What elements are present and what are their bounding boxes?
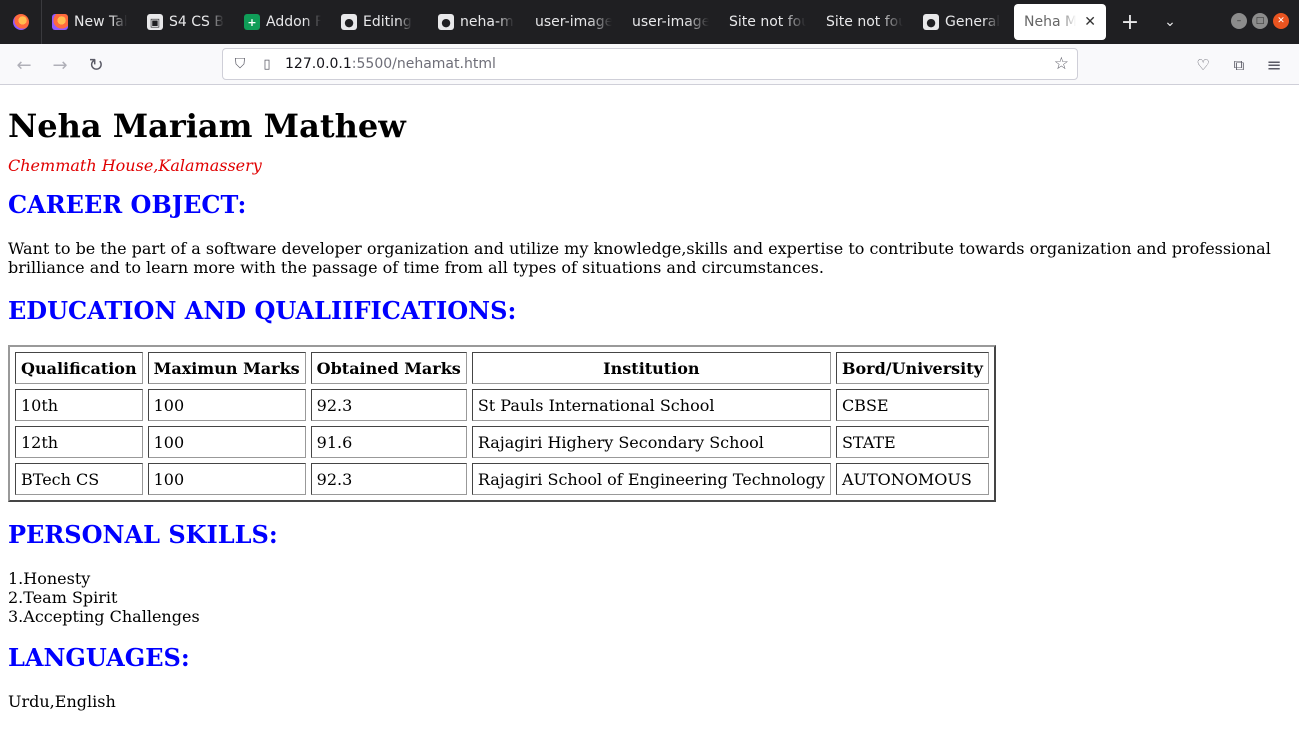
close-tab-icon[interactable]: ✕: [1084, 14, 1096, 30]
column-header: Obtained Marks: [310, 352, 467, 384]
reload-icon: ↻: [88, 54, 104, 76]
page-icon[interactable]: ▯: [259, 57, 275, 72]
minimize-icon[interactable]: –: [1231, 13, 1247, 29]
page-content: Neha Mariam Mathew Chemmath House,Kalama…: [8, 85, 1291, 711]
tab-label: user-image: [535, 14, 612, 30]
plus-icon: +: [1120, 9, 1140, 35]
tab-editing[interactable]: ● Editing: [331, 0, 428, 44]
tab-s4-cs[interactable]: ▣ S4 CS B/: [137, 0, 234, 44]
list-item: 3.Accepting Challenges: [8, 607, 200, 626]
table-cell: 100: [147, 389, 306, 421]
tab-label: Addon F: [266, 14, 321, 30]
tab-label: New Tab: [74, 14, 127, 30]
career-heading: CAREER OBJECT:: [8, 190, 247, 219]
url-path: :5500/nehamat.html: [351, 56, 496, 72]
contact-card-icon: ▣: [147, 14, 163, 30]
tab-site-not-found-1[interactable]: Site not fou: [719, 0, 816, 44]
table-cell: 100: [147, 426, 306, 458]
skills-list: 1.Honesty 2.Team Spirit 3.Accepting Chal…: [8, 569, 1291, 626]
chevron-down-icon: ⌄: [1164, 14, 1176, 30]
resume-address: Chemmath House,Kalamassery: [8, 156, 262, 175]
tab-site-not-found-2[interactable]: Site not fou: [816, 0, 913, 44]
tab-label: Site not fou: [729, 14, 806, 30]
table-row: 12th 100 91.6 Rajagiri Highery Secondary…: [15, 426, 989, 458]
url-text[interactable]: 127.0.0.1:5500/nehamat.html: [285, 56, 496, 72]
tab-user-image-1[interactable]: user-image: [525, 0, 622, 44]
menu-button[interactable]: ≡: [1261, 52, 1287, 78]
list-item: 2.Team Spirit: [8, 588, 118, 607]
table-header-row: Qualification Maximun Marks Obtained Mar…: [15, 352, 989, 384]
tab-label: neha-m: [460, 14, 514, 30]
list-item: 1.Honesty: [8, 569, 91, 588]
tab-general[interactable]: ● General: [913, 0, 1010, 44]
education-table: Qualification Maximun Marks Obtained Mar…: [8, 345, 996, 502]
maximize-icon[interactable]: □: [1252, 13, 1268, 29]
column-header: Maximun Marks: [147, 352, 306, 384]
pocket-button[interactable]: ♡: [1190, 52, 1216, 78]
tab-label: General: [945, 14, 1000, 30]
close-window-icon[interactable]: ✕: [1273, 13, 1289, 29]
career-text: Want to be the part of a software develo…: [8, 239, 1271, 277]
hamburger-menu-icon: ≡: [1266, 54, 1282, 76]
column-header: Institution: [471, 352, 831, 384]
tab-label: Editing: [363, 14, 412, 30]
table-cell: 91.6: [310, 426, 467, 458]
table-cell: AUTONOMOUS: [835, 463, 989, 495]
table-cell: CBSE: [835, 389, 989, 421]
pocket-icon: ♡: [1196, 56, 1210, 74]
tab-neha-m[interactable]: ● neha-m: [428, 0, 525, 44]
tab-user-image-2[interactable]: user-image: [622, 0, 719, 44]
list-all-tabs-button[interactable]: ⌄: [1150, 0, 1190, 44]
column-header: Bord/University: [835, 352, 989, 384]
reload-button[interactable]: ↻: [83, 52, 109, 78]
table-cell: St Pauls International School: [471, 389, 831, 421]
table-cell: BTech CS: [15, 463, 143, 495]
column-header: Qualification: [15, 352, 143, 384]
tab-label: S4 CS B/: [169, 14, 224, 30]
github-icon: ●: [341, 14, 357, 30]
github-icon: ●: [923, 14, 939, 30]
url-bar[interactable]: ⛉ ▯ 127.0.0.1:5500/nehamat.html ☆: [222, 48, 1078, 80]
table-cell: 100: [147, 463, 306, 495]
back-button[interactable]: ←: [11, 52, 37, 78]
education-heading: EDUCATION AND QUALIIFICATIONS:: [8, 296, 517, 325]
tab-new-tab[interactable]: New Tab: [42, 0, 137, 44]
languages-heading: LANGUAGES:: [8, 643, 190, 672]
bookmark-star-icon[interactable]: ☆: [1054, 54, 1069, 74]
extensions-button[interactable]: ⧉: [1226, 52, 1252, 78]
github-icon: ●: [438, 14, 454, 30]
tab-addon[interactable]: + Addon F: [234, 0, 331, 44]
table-cell: Rajagiri School of Engineering Technolog…: [471, 463, 831, 495]
arrow-left-icon: ←: [16, 54, 32, 76]
tab-label: user-image: [632, 14, 709, 30]
window-controls: – □ ✕: [1231, 13, 1289, 29]
table-cell: 10th: [15, 389, 143, 421]
url-host: 127.0.0.1: [285, 56, 352, 72]
languages-text: Urdu,English: [8, 692, 116, 711]
table-row: 10th 100 92.3 St Pauls International Sch…: [15, 389, 989, 421]
firefox-view-button[interactable]: [0, 0, 42, 44]
tab-strip: New Tab ▣ S4 CS B/ + Addon F ● Editing ●…: [0, 0, 1299, 44]
table-cell: 92.3: [310, 463, 467, 495]
skills-heading: PERSONAL SKILLS:: [8, 520, 278, 549]
forward-button[interactable]: →: [47, 52, 73, 78]
tab-active[interactable]: Neha Ma ✕: [1014, 4, 1106, 40]
table-cell: STATE: [835, 426, 989, 458]
firefox-icon: [12, 14, 29, 30]
puzzle-icon: ⧉: [1233, 56, 1245, 74]
tab-label: Neha Ma: [1024, 14, 1077, 30]
addon-plus-icon: +: [244, 14, 260, 30]
arrow-right-icon: →: [52, 54, 68, 76]
new-tab-button[interactable]: +: [1110, 0, 1150, 44]
table-cell: 92.3: [310, 389, 467, 421]
table-cell: Rajagiri Highery Secondary School: [471, 426, 831, 458]
resume-name: Neha Mariam Mathew: [8, 107, 406, 145]
navigation-toolbar: ← → ↻ ⛉ ▯ 127.0.0.1:5500/nehamat.html ☆ …: [0, 44, 1299, 85]
firefox-icon: [52, 14, 68, 30]
table-row: BTech CS 100 92.3 Rajagiri School of Eng…: [15, 463, 989, 495]
table-cell: 12th: [15, 426, 143, 458]
shield-icon[interactable]: ⛉: [231, 56, 249, 72]
tab-label: Site not fou: [826, 14, 903, 30]
